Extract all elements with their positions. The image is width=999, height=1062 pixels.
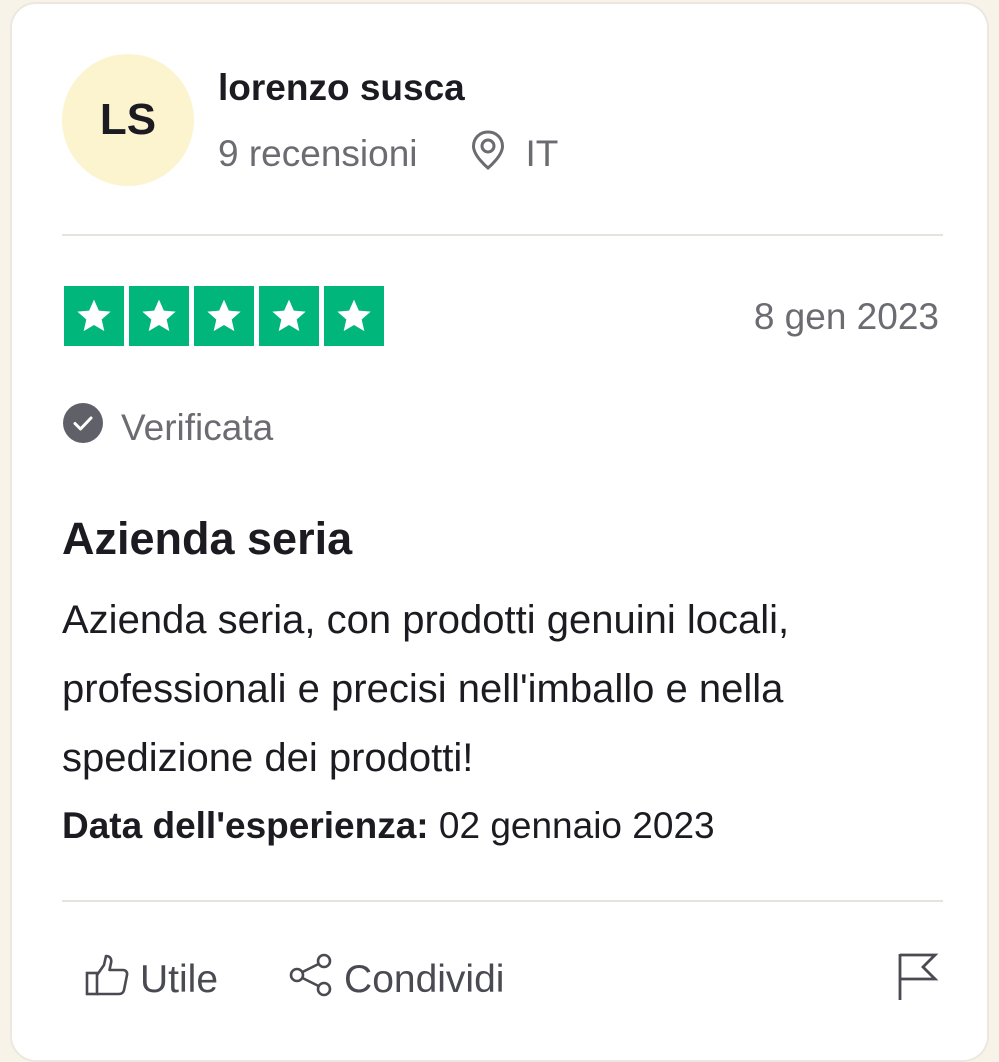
verified-label: Verificata — [121, 406, 274, 448]
reviewer-location: IT — [470, 129, 559, 179]
report-button[interactable] — [895, 950, 939, 1007]
star-icon — [324, 286, 384, 346]
check-circle-icon — [62, 402, 121, 453]
useful-label: Utile — [140, 958, 219, 1001]
avatar[interactable]: LS — [62, 54, 194, 186]
experience-value: 02 gennaio 2023 — [438, 805, 715, 846]
star-icon — [194, 286, 254, 346]
reviews-count: 9 recensioni — [218, 133, 418, 174]
review-card: LS lorenzo susca 9 recensioni IT 8 gen 2… — [10, 2, 989, 1062]
useful-button[interactable]: Utile — [84, 953, 218, 1007]
star-rating — [64, 286, 389, 346]
footer-divider — [62, 900, 943, 902]
thumbs-up-icon — [84, 953, 140, 1007]
flag-icon — [895, 953, 939, 1006]
review-date: 8 gen 2023 — [753, 296, 939, 337]
star-icon — [129, 286, 189, 346]
location-pin-icon — [470, 129, 526, 179]
verified-badge[interactable]: Verificata — [62, 402, 273, 453]
review-body: Azienda seria, con prodotti genuini loca… — [62, 598, 790, 780]
star-icon — [259, 286, 319, 346]
share-button[interactable]: Condividi — [288, 952, 504, 1008]
reviewer-meta: 9 recensioni IT — [218, 129, 559, 179]
experience-label: Data dell'esperienza: — [62, 805, 429, 846]
share-icon — [288, 952, 344, 1008]
review-actions: Utile Condividi — [84, 952, 504, 1008]
review-title: Azienda seria — [62, 513, 353, 564]
header-divider — [62, 234, 943, 236]
star-icon — [64, 286, 124, 346]
country-code: IT — [525, 133, 559, 174]
experience-date: Data dell'esperienza: 02 gennaio 2023 — [62, 804, 715, 848]
share-label: Condividi — [344, 958, 505, 1001]
reviewer-name[interactable]: lorenzo susca — [218, 66, 465, 110]
